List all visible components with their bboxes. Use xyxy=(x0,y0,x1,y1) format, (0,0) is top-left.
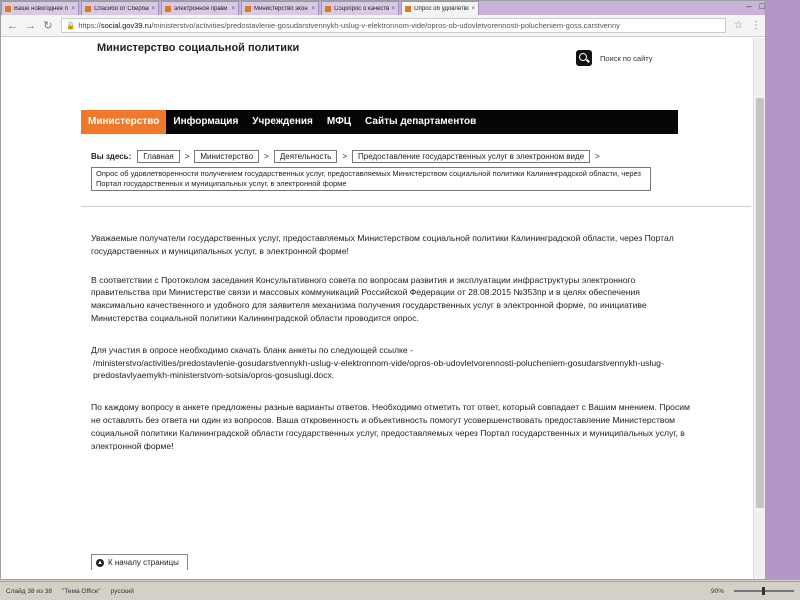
arrow-up-icon: ▲ xyxy=(96,558,104,567)
nav-item-mfc[interactable]: МФЦ xyxy=(320,110,358,134)
breadcrumb-separator: > xyxy=(342,152,347,161)
favicon-icon xyxy=(5,5,11,12)
status-bar: Слайд 38 из 38 "Тема Office" русский 90% xyxy=(0,581,800,600)
breadcrumb: Вы здесь: Главная > Министерство > Деяте… xyxy=(91,150,711,191)
tab-label: Спасибо от Сбербан xyxy=(94,5,150,12)
scrollbar-thumb[interactable] xyxy=(756,98,764,508)
favicon-icon xyxy=(165,5,171,12)
breadcrumb-prefix: Вы здесь: xyxy=(91,152,132,161)
browser-window: Ваше новогоднее п × Спасибо от Сбербан × э… xyxy=(0,0,766,580)
content-divider xyxy=(81,206,751,207)
tab-strip: Ваше новогоднее п × Спасибо от Сбербан × э… xyxy=(1,1,765,15)
tab-label: Ваше новогоднее п xyxy=(14,5,68,12)
search-icon[interactable] xyxy=(576,50,592,66)
back-icon[interactable]: ← xyxy=(7,20,18,32)
main-nav: Министерство Информация Учреждения МФЦ С… xyxy=(81,110,678,134)
close-tab-icon[interactable]: × xyxy=(471,6,475,12)
paragraph-greeting: Уважаемые получатели государственных усл… xyxy=(91,233,674,256)
tab-5-active[interactable]: Опрос об удовлетвор × xyxy=(401,1,479,15)
paragraph-protocol: В соответствии с Протоколом заседания Ко… xyxy=(91,274,647,323)
nav-item-department-sites[interactable]: Сайты департаментов xyxy=(358,110,483,134)
forward-icon[interactable]: → xyxy=(25,20,36,32)
reload-icon[interactable]: ↻ xyxy=(43,19,53,32)
tab-2[interactable]: электронное прави × xyxy=(161,1,239,15)
url-path: /ministerstvo/activities/predostavlenie-… xyxy=(151,21,620,30)
slide-counter: Слайд 38 из 38 xyxy=(6,587,53,595)
favicon-icon xyxy=(405,5,411,12)
page-viewport: Министерство социальной политики Поиск п… xyxy=(1,38,753,579)
download-link[interactable]: /ministerstvo/activities/predostavlenie-… xyxy=(91,357,691,383)
address-bar: ← → ↻ 🔒 https://social.gov39.ru/minister… xyxy=(1,15,765,37)
theme-name: "Тема Office" xyxy=(62,587,101,595)
download-intro-text: Для участия в опросе необходимо скачать … xyxy=(91,344,413,355)
close-tab-icon[interactable]: × xyxy=(391,6,395,12)
back-to-top-button[interactable]: ▲ К началу страницы xyxy=(91,554,188,570)
tab-3[interactable]: Министерство экон × xyxy=(241,1,319,15)
tab-label: Министерство экон xyxy=(254,5,308,12)
breadcrumb-current: Опрос об удовлетворенности получением го… xyxy=(91,167,651,191)
close-tab-icon[interactable]: × xyxy=(311,6,315,12)
close-tab-icon[interactable]: × xyxy=(231,6,235,12)
site-search[interactable]: Поиск по сайту xyxy=(576,50,653,66)
favicon-icon xyxy=(325,5,331,12)
url-scheme: https:// xyxy=(78,21,101,30)
zoom-level[interactable]: 90% xyxy=(711,588,724,595)
minimize-icon[interactable]: – xyxy=(747,1,752,11)
tab-4[interactable]: Соцопрос о качеств × xyxy=(321,1,399,15)
maximize-icon[interactable]: □ xyxy=(760,1,765,11)
breadcrumb-activities[interactable]: Деятельность xyxy=(273,150,338,163)
url-field[interactable]: 🔒 https://social.gov39.ru/ministerstvo/a… xyxy=(61,18,727,33)
window-controls: – □ xyxy=(747,1,765,11)
tab-label: электронное прави xyxy=(174,5,228,12)
close-tab-icon[interactable]: × xyxy=(71,6,75,12)
tab-label: Соцопрос о качеств xyxy=(334,5,390,12)
breadcrumb-e-services[interactable]: Предоставление государственных услуг в э… xyxy=(352,150,591,163)
lock-icon: 🔒 xyxy=(66,21,76,30)
favicon-icon xyxy=(85,5,91,12)
bookmark-star-icon[interactable]: ☆ xyxy=(734,20,743,31)
breadcrumb-separator: > xyxy=(595,152,600,161)
nav-item-ministry[interactable]: Министерство xyxy=(81,110,167,134)
vertical-scrollbar[interactable] xyxy=(753,38,765,579)
breadcrumb-separator: > xyxy=(264,152,269,161)
menu-dots-icon[interactable]: ⋮ xyxy=(751,20,761,31)
tab-label: Опрос об удовлетвор xyxy=(414,5,470,12)
favicon-icon xyxy=(245,5,251,12)
breadcrumb-separator: > xyxy=(184,152,190,161)
close-tab-icon[interactable]: × xyxy=(151,6,155,12)
tab-1[interactable]: Спасибо от Сбербан × xyxy=(81,1,159,15)
back-to-top-label: К началу страницы xyxy=(108,558,179,567)
breadcrumb-ministry[interactable]: Министерство xyxy=(194,150,260,163)
article-content: Уважаемые получатели государственных усл… xyxy=(91,232,691,471)
nav-item-information[interactable]: Информация xyxy=(166,110,245,134)
paragraph-download: Для участия в опросе необходимо скачать … xyxy=(91,344,691,382)
paragraph-instructions: По каждому вопросу в анкете предложены р… xyxy=(91,402,690,451)
language-indicator[interactable]: русский xyxy=(111,588,134,595)
search-label[interactable]: Поиск по сайту xyxy=(600,54,653,63)
breadcrumb-home[interactable]: Главная xyxy=(137,150,180,163)
tab-0[interactable]: Ваше новогоднее п × xyxy=(1,1,79,15)
zoom-slider[interactable] xyxy=(734,587,794,595)
site-title[interactable]: Министерство социальной политики xyxy=(97,42,299,54)
url-host: social.gov39.ru xyxy=(100,21,152,30)
window-frame xyxy=(766,0,800,580)
nav-item-institutions[interactable]: Учреждения xyxy=(245,110,320,134)
